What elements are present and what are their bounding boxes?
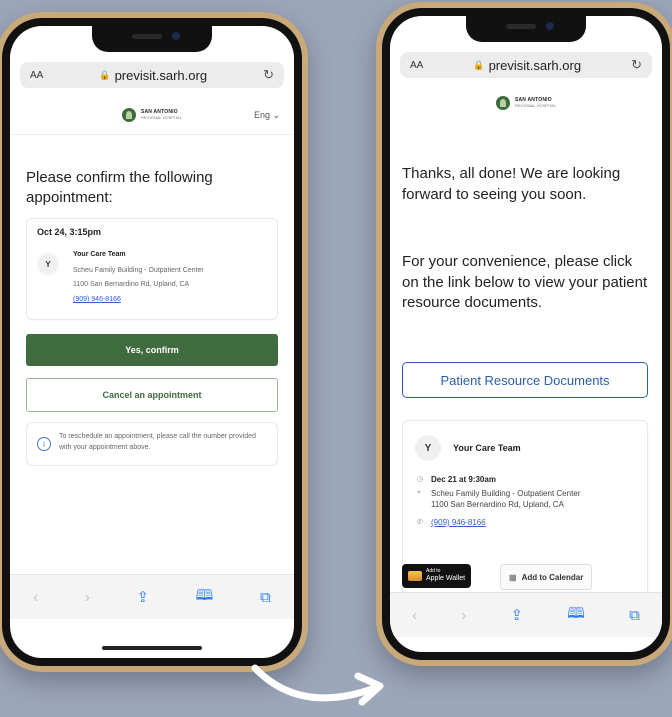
lock-icon: 🔒 bbox=[99, 69, 111, 80]
avatar: Y bbox=[37, 253, 59, 275]
back-icon[interactable]: ‹ bbox=[412, 607, 417, 624]
phone-icon: ✆ bbox=[417, 519, 423, 526]
hospital-logo: SAN ANTONIO REGIONAL HOSPITAL bbox=[121, 108, 182, 122]
phone-link[interactable]: (909) 946-8166 bbox=[431, 518, 486, 527]
url-text: previsit.sarh.org bbox=[488, 57, 582, 73]
add-to-apple-wallet-button[interactable]: Add to Apple Wallet bbox=[402, 564, 472, 588]
tabs-icon[interactable]: ⧉ bbox=[260, 589, 271, 606]
reschedule-info-text: To reschedule an appointment, please cal… bbox=[59, 433, 256, 451]
avatar: Y bbox=[415, 435, 441, 461]
bookmarks-icon[interactable]: 🕮 bbox=[196, 585, 214, 610]
logo-icon bbox=[495, 96, 510, 110]
browser-toolbar: ‹ › ⇪ 🕮 ⧉ bbox=[390, 592, 662, 637]
language-selector[interactable]: Eng ⌄ bbox=[254, 110, 280, 121]
url-text: previsit.sarh.org bbox=[114, 67, 208, 83]
resource-message: For your convenience, please click on th… bbox=[402, 253, 648, 312]
notch bbox=[466, 16, 586, 42]
left-phone: AA 🔒 previsit.sarh.org ↻ SAN ANTONIO REGIO… bbox=[0, 12, 308, 672]
info-icon: i bbox=[37, 437, 51, 451]
location-address: 1100 San Bernardino Rd, Upland, CA bbox=[73, 281, 190, 288]
reload-icon[interactable]: ↻ bbox=[263, 67, 274, 83]
reload-icon[interactable]: ↻ bbox=[631, 57, 642, 73]
location-address: 1100 San Bernardino Rd, Upland, CA bbox=[431, 500, 564, 509]
lock-icon: 🔒 bbox=[473, 59, 485, 70]
clock-icon: ◷ bbox=[417, 476, 424, 483]
patient-resource-documents-button[interactable]: Patient Resource Documents bbox=[402, 362, 648, 398]
wallet-icon bbox=[408, 571, 422, 581]
confirmation-message: Thanks, all done! We are looking forward… bbox=[402, 165, 621, 203]
reschedule-info-box: i To reschedule an appointment, please c… bbox=[26, 422, 278, 466]
forward-icon[interactable]: › bbox=[85, 589, 90, 606]
location-name: Scheu Family Building - Outpatient Cente… bbox=[73, 267, 204, 274]
hospital-logo: SAN ANTONIO REGIONAL HOSPITAL bbox=[495, 96, 556, 110]
transition-arrow bbox=[251, 664, 384, 706]
appointment-datetime: Oct 24, 3:15pm bbox=[37, 227, 102, 237]
appointment-card: Oct 24, 3:15pm Y Your Care Team Scheu Fa… bbox=[26, 218, 278, 320]
care-team-name: Your Care Team bbox=[73, 251, 126, 258]
share-icon[interactable]: ⇪ bbox=[136, 588, 149, 606]
browser-toolbar: ‹ › ⇪ 🕮 ⧉ bbox=[10, 574, 294, 619]
phone-screen: AA 🔒 previsit.sarh.org ↻ SAN ANTONIO REGIO… bbox=[10, 26, 294, 658]
share-icon[interactable]: ⇪ bbox=[511, 606, 524, 624]
tabs-icon[interactable]: ⧉ bbox=[629, 607, 640, 624]
back-icon[interactable]: ‹ bbox=[33, 589, 38, 606]
bookmarks-icon[interactable]: 🕮 bbox=[567, 603, 585, 628]
site-header: SAN ANTONIO REGIONAL HOSPITAL bbox=[390, 84, 662, 122]
calendar-icon: ▦ bbox=[509, 572, 517, 582]
site-header: SAN ANTONIO REGIONAL HOSPITAL Eng ⌄ bbox=[10, 96, 294, 135]
location-name: Scheu Family Building - Outpatient Cente… bbox=[431, 489, 581, 498]
care-team-name: Your Care Team bbox=[453, 443, 521, 453]
add-to-calendar-button[interactable]: ▦ Add to Calendar bbox=[500, 564, 593, 590]
text-size-button[interactable]: AA bbox=[410, 60, 423, 71]
phone-screen: AA 🔒 previsit.sarh.org ↻ SAN ANTONIO REGIO… bbox=[390, 16, 662, 652]
text-size-button[interactable]: AA bbox=[30, 70, 43, 81]
phone-link[interactable]: (909) 946-8166 bbox=[73, 296, 121, 303]
confirm-button[interactable]: Yes, confirm bbox=[26, 334, 278, 366]
page-title: Please confirm the following appointment… bbox=[26, 169, 213, 207]
location-pin-icon: ⌖ bbox=[417, 489, 421, 496]
browser-url-bar[interactable]: AA 🔒 previsit.sarh.org ↻ bbox=[400, 52, 652, 78]
appointment-datetime: Dec 21 at 9:30am bbox=[431, 475, 496, 484]
logo-icon bbox=[121, 108, 136, 122]
notch bbox=[92, 26, 212, 52]
cancel-appointment-button[interactable]: Cancel an appointment bbox=[26, 378, 278, 412]
forward-icon[interactable]: › bbox=[461, 607, 466, 624]
right-phone: AA 🔒 previsit.sarh.org ↻ SAN ANTONIO REGIO… bbox=[376, 2, 672, 666]
browser-url-bar[interactable]: AA 🔒 previsit.sarh.org ↻ bbox=[20, 62, 284, 88]
home-indicator bbox=[102, 646, 202, 650]
